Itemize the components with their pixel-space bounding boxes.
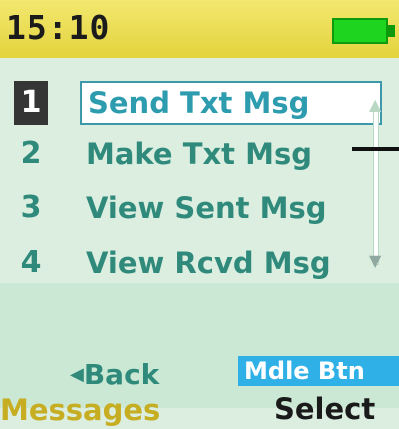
background-panel [0, 283, 399, 408]
status-bar: 15:10 [0, 0, 399, 58]
menu-item-send-txt-msg[interactable]: 1 Send Txt Msg [0, 79, 399, 129]
menu-item-label: View Sent Msg [86, 191, 327, 225]
menu-item-label: Send Txt Msg [80, 81, 382, 125]
left-arrow-icon: ◀ [70, 364, 84, 385]
pointer-line [352, 147, 399, 151]
menu-item-label: View Rcvd Msg [86, 246, 331, 280]
menu-item-label: Make Txt Msg [86, 137, 313, 171]
back-label: Back [83, 358, 160, 391]
menu-item-number: 3 [20, 190, 42, 225]
menu-item-make-txt-msg[interactable]: 2 Make Txt Msg [0, 130, 399, 180]
menu-item-number: 1 [14, 81, 48, 125]
scroll-track[interactable] [373, 111, 379, 265]
menu-item-view-rcvd-msg[interactable]: 4 View Rcvd Msg [0, 239, 399, 289]
battery-full-icon [332, 18, 396, 44]
clock: 15:10 [6, 8, 111, 47]
scroll-down-arrow-icon[interactable]: ▼ [369, 251, 381, 270]
menu-item-number: 2 [20, 136, 42, 171]
back-button[interactable]: ◀Back [70, 358, 159, 391]
menu-item-number: 4 [20, 245, 42, 280]
left-softkey-messages[interactable]: Messages [0, 393, 160, 427]
middle-button[interactable]: Mdle Btn [238, 356, 399, 386]
scrollbar[interactable]: ▲ ▼ [364, 95, 392, 271]
right-softkey-select[interactable]: Select [274, 392, 375, 426]
menu-item-view-sent-msg[interactable]: 3 View Sent Msg [0, 184, 399, 234]
